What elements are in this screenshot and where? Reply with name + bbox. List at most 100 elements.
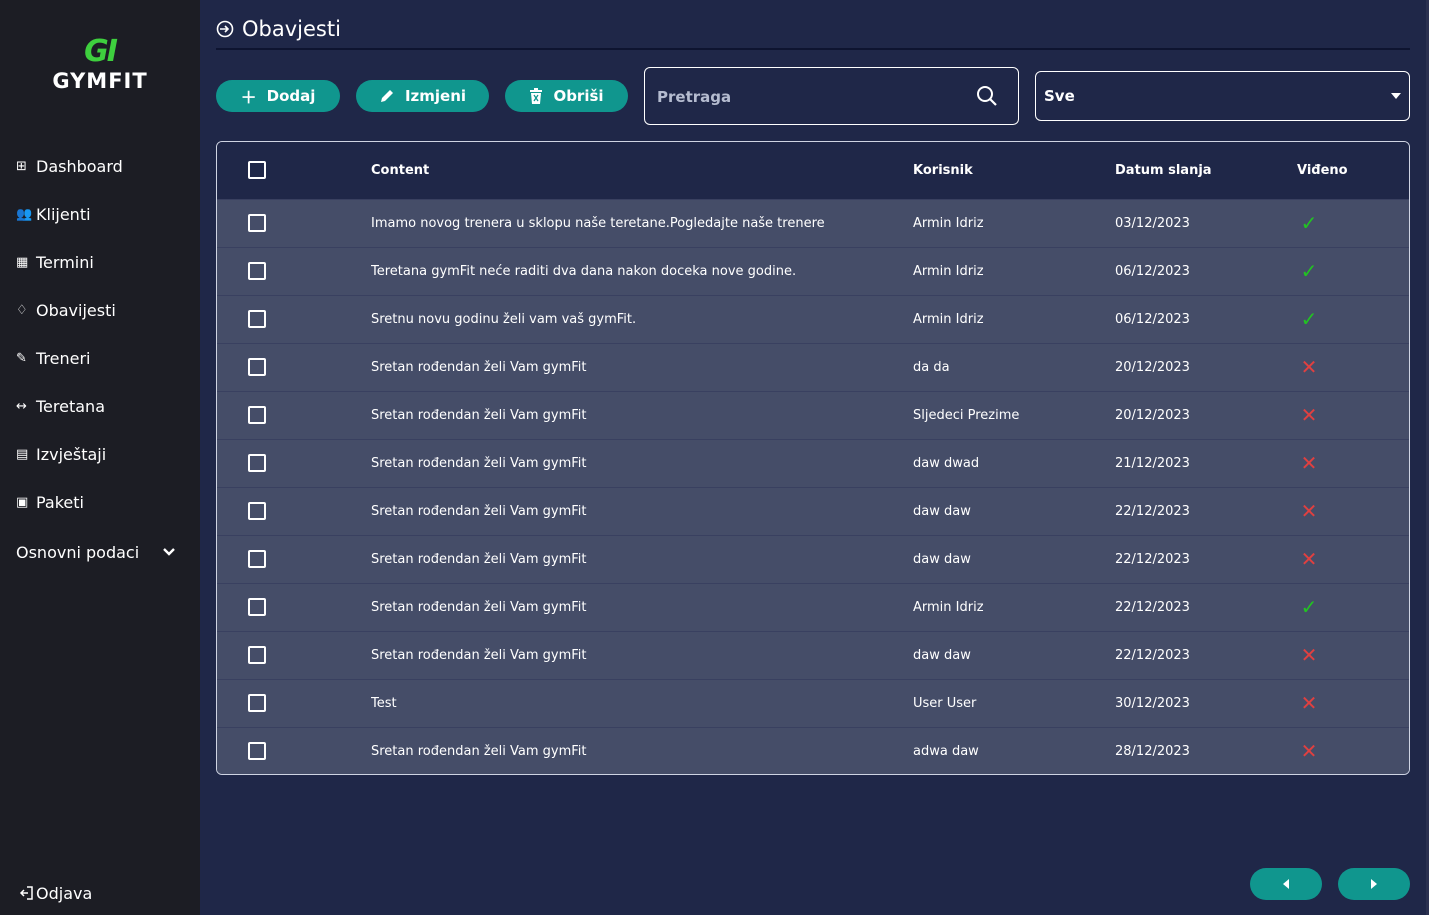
cell-date: 22/12/2023	[1115, 551, 1190, 567]
cell-user: Armin Idriz	[913, 215, 984, 231]
table-row[interactable]: Sretan rođendan želi Vam gymFit daw dwad 2…	[217, 439, 1409, 487]
row-checkbox[interactable]	[248, 550, 266, 568]
sidebar-item-label: Termini	[36, 252, 94, 272]
delete-button[interactable]: Obriši	[505, 80, 628, 112]
sidebar-item-paketi[interactable]: ▣ Paketi	[16, 488, 84, 516]
table-row[interactable]: Sretan rođendan želi Vam gymFit daw daw 22…	[217, 535, 1409, 583]
edit-button[interactable]: Izmjeni	[356, 80, 489, 112]
logo-text: GYMFIT	[52, 69, 148, 93]
header-user[interactable]: Korisnik	[913, 142, 1115, 199]
caret-left-icon	[1283, 879, 1289, 889]
cell-content: Sretan rođendan želi Vam gymFit	[371, 503, 587, 519]
row-checkbox[interactable]	[248, 646, 266, 664]
table-row[interactable]: Sretan rođendan želi Vam gymFit da da 20/1…	[217, 343, 1409, 391]
title-divider	[216, 48, 1410, 50]
cell-user: daw daw	[913, 503, 971, 519]
row-checkbox[interactable]	[248, 694, 266, 712]
cross-icon: ✕	[1300, 450, 1318, 475]
trash-icon	[530, 88, 543, 104]
filter-select[interactable]: Sve	[1035, 71, 1410, 121]
table-row[interactable]: Sretan rođendan želi Vam gymFit daw daw 22…	[217, 487, 1409, 535]
logo-mark: GI	[84, 34, 118, 69]
plus-icon: ＋	[240, 88, 257, 107]
page-title: Obavjesti	[216, 14, 341, 44]
check-icon: ✓	[1300, 258, 1318, 283]
header-content[interactable]: Content	[371, 142, 913, 199]
table-row[interactable]: Sretan rođendan želi Vam gymFit Armin Idr…	[217, 583, 1409, 631]
sidebar-item-dashboard[interactable]: ⊞ Dashboard	[16, 152, 123, 180]
cell-content: Sretnu novu godinu želi vam vaš gymFit.	[371, 311, 637, 327]
header-date[interactable]: Datum slanja	[1115, 142, 1297, 199]
cell-date: 22/12/2023	[1115, 647, 1190, 663]
package-icon: ▣	[16, 494, 29, 510]
page-title-text: Obavjesti	[242, 17, 341, 41]
pencil-icon	[380, 90, 393, 102]
filter-select-value: Sve	[1044, 87, 1075, 105]
cell-content: Sretan rođendan želi Vam gymFit	[371, 743, 587, 759]
table-row[interactable]: Sretnu novu godinu želi vam vaš gymFit. A…	[217, 295, 1409, 343]
table-row[interactable]: Sretan rođendan želi Vam gymFit adwa daw 2…	[217, 727, 1409, 774]
select-all-checkbox[interactable]	[248, 161, 266, 180]
logout-button[interactable]: Odjava	[16, 879, 92, 907]
row-checkbox[interactable]	[248, 742, 266, 761]
row-checkbox[interactable]	[248, 310, 266, 328]
cell-date: 20/12/2023	[1115, 407, 1190, 423]
row-checkbox[interactable]	[248, 262, 266, 280]
cross-icon: ✕	[1300, 498, 1318, 523]
row-checkbox[interactable]	[248, 358, 266, 376]
table-row[interactable]: Sretan rođendan želi Vam gymFit daw daw 22…	[217, 631, 1409, 679]
check-icon: ✓	[1300, 306, 1318, 331]
header-seen[interactable]: Viđeno	[1297, 142, 1409, 199]
search-input[interactable]	[657, 84, 957, 110]
sidebar-item-obavijesti[interactable]: ♢ Obavijesti	[16, 296, 116, 324]
cell-date: 28/12/2023	[1115, 743, 1190, 759]
sidebar-item-klijenti[interactable]: 👥 Klijenti	[16, 200, 91, 228]
search-icon[interactable]	[975, 84, 999, 108]
sidebar-item-izvjestaji[interactable]: ▤ Izvještaji	[16, 440, 106, 468]
table-row[interactable]: Teretana gymFit neće raditi dva dana nak…	[217, 247, 1409, 295]
table-header-row: Content Korisnik Datum slanja Viđeno	[217, 142, 1409, 199]
sidebar-item-label: Treneri	[36, 348, 91, 368]
check-icon: ✓	[1300, 210, 1318, 235]
gymfit-logo[interactable]: GI GYMFIT	[0, 36, 200, 94]
row-checkbox[interactable]	[248, 406, 266, 424]
cell-user: Armin Idriz	[913, 263, 984, 279]
cell-content: Teretana gymFit neće raditi dva dana nak…	[371, 263, 797, 279]
search-box[interactable]	[644, 67, 1019, 125]
cross-icon: ✕	[1300, 642, 1318, 667]
cell-user: Armin Idriz	[913, 311, 984, 327]
sidebar-item-osnovni-podaci[interactable]: Osnovni podaci	[16, 538, 176, 566]
prev-page-button[interactable]	[1250, 868, 1322, 900]
table-row[interactable]: Test User User 30/12/2023 ✕	[217, 679, 1409, 727]
next-page-button[interactable]	[1338, 868, 1410, 900]
add-button[interactable]: ＋ Dodaj	[216, 80, 340, 112]
row-checkbox[interactable]	[248, 598, 266, 616]
sidebar-item-treneri[interactable]: ✎ Treneri	[16, 344, 91, 372]
sidebar-item-teretana[interactable]: ↔ Teretana	[16, 392, 105, 420]
logout-label: Odjava	[36, 883, 93, 903]
row-checkbox[interactable]	[248, 214, 266, 232]
cross-icon: ✕	[1300, 690, 1318, 715]
table-row[interactable]: Sretan rođendan želi Vam gymFit Sljedeci …	[217, 391, 1409, 439]
cell-content: Test	[371, 695, 397, 711]
cell-content: Sretan rođendan želi Vam gymFit	[371, 599, 587, 615]
cell-date: 06/12/2023	[1115, 263, 1190, 279]
cell-user: da da	[913, 359, 950, 375]
cell-user: Sljedeci Prezime	[913, 407, 1020, 423]
sidebar-item-label: Dashboard	[36, 156, 123, 176]
dropdown-arrow-icon	[1391, 93, 1401, 99]
check-icon: ✓	[1300, 594, 1318, 619]
notifications-table: Content Korisnik Datum slanja Viđeno Ima…	[216, 141, 1410, 775]
cell-user: daw daw	[913, 551, 971, 567]
row-checkbox[interactable]	[248, 502, 266, 520]
users-icon: 👥	[16, 206, 33, 222]
sidebar-item-label: Paketi	[36, 492, 84, 512]
edit-button-label: Izmjeni	[404, 87, 467, 105]
table-row[interactable]: Imamo novog trenera u sklopu naše tereta…	[217, 199, 1409, 247]
sidebar-item-termini[interactable]: ▦ Termini	[16, 248, 94, 276]
sidebar-item-label: Teretana	[36, 396, 105, 416]
cell-date: 03/12/2023	[1115, 215, 1190, 231]
row-checkbox[interactable]	[248, 454, 266, 472]
cross-icon: ✕	[1300, 402, 1318, 427]
cell-date: 22/12/2023	[1115, 503, 1190, 519]
